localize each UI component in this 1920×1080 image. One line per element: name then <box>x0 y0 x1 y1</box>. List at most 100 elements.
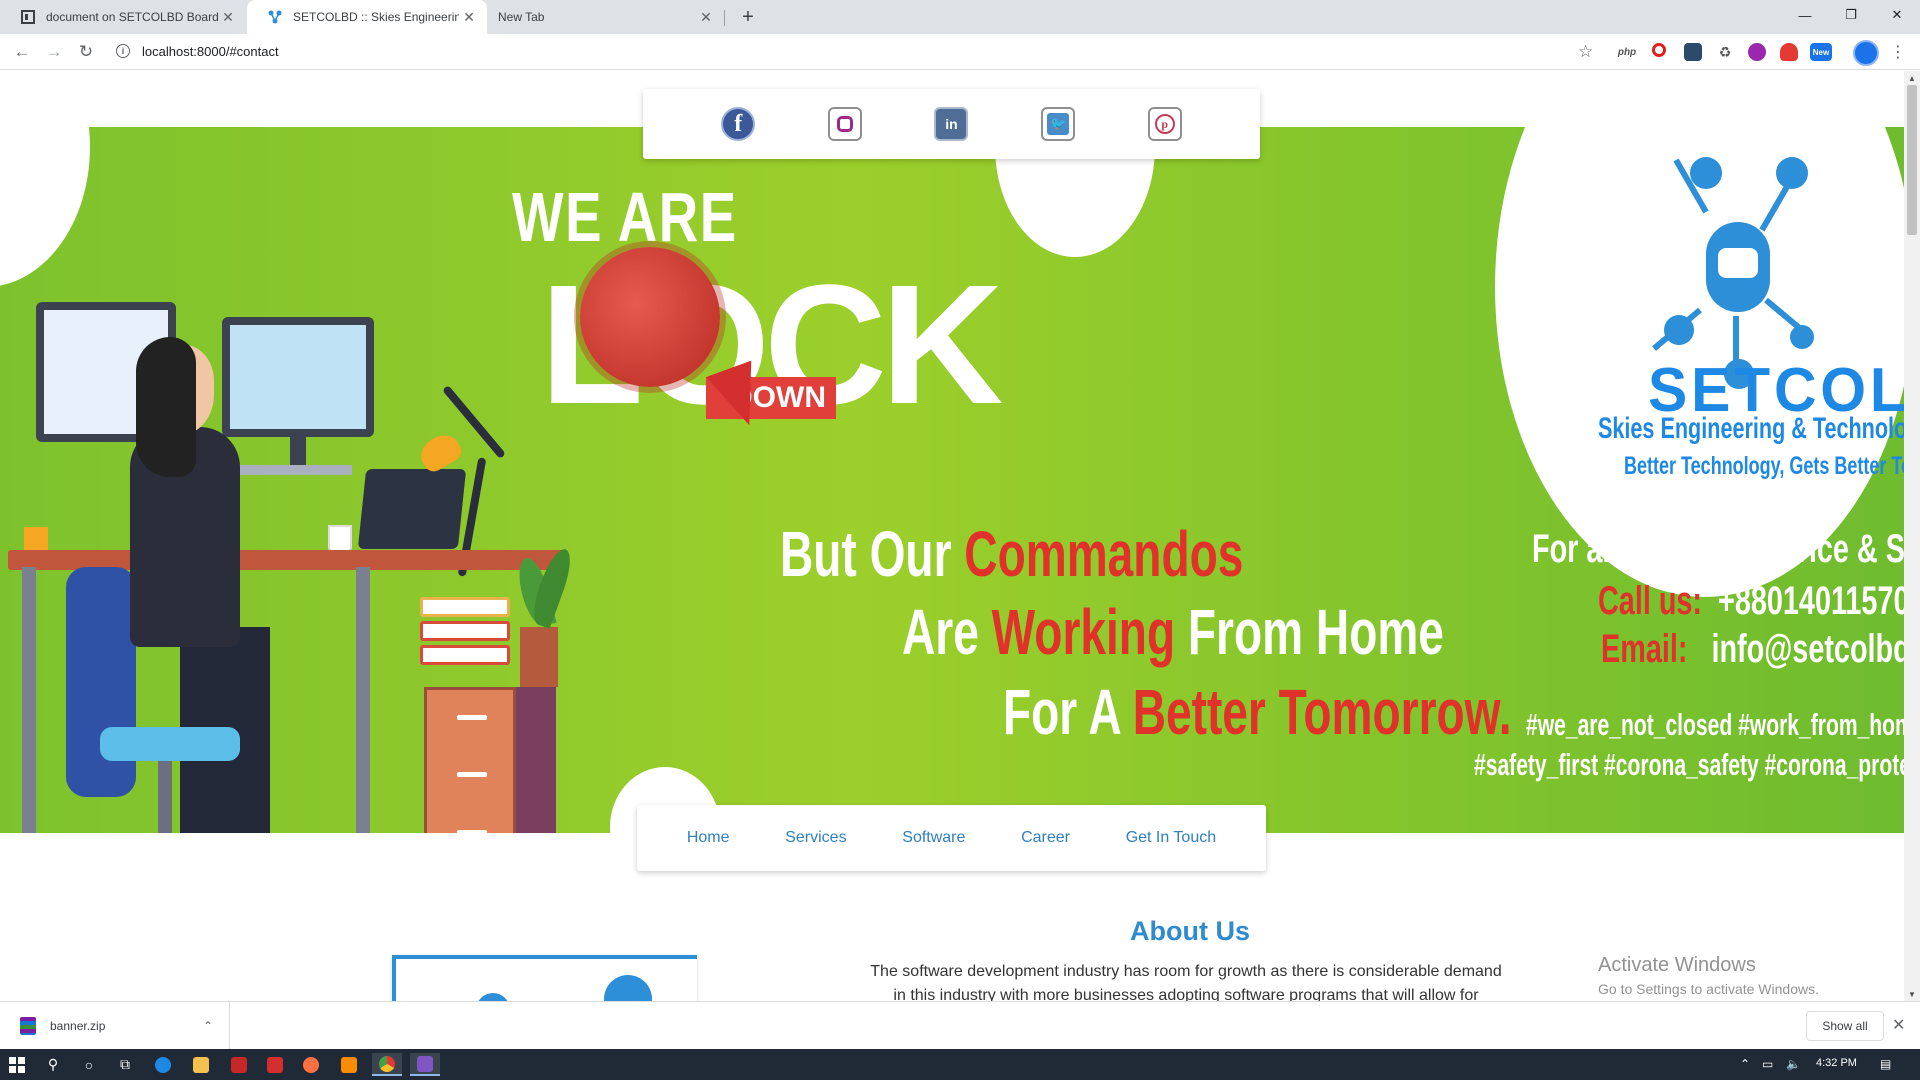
download-bar: banner.zip ⌃ Show all ✕ <box>0 1001 1920 1050</box>
activate-windows-watermark: Activate Windows Go to Settings to activ… <box>1598 954 1819 997</box>
extension-icon[interactable] <box>1748 43 1766 61</box>
headline-text: Are <box>902 596 979 668</box>
twitter-glyph: 🐦 <box>1047 113 1070 135</box>
setcol-logo-icon <box>267 9 283 25</box>
scroll-down-arrow[interactable]: ▼ <box>1904 987 1920 1001</box>
task-view-icon[interactable]: ⧉ <box>110 1053 140 1076</box>
recycle-extension-icon[interactable]: ♻ <box>1716 43 1734 61</box>
headline-text: But Our <box>780 518 952 590</box>
taskbar-clock[interactable]: 4:32 PM <box>1816 1057 1857 1069</box>
call-value: +8801401157050 <box>1718 579 1904 623</box>
notifications-icon[interactable]: ▤ <box>1880 1057 1891 1071</box>
company-name: Skies Engineering & Technologies Company <box>1598 412 1904 445</box>
firefox-icon[interactable] <box>296 1053 326 1076</box>
edge-icon[interactable] <box>148 1053 178 1076</box>
new-extension-icon[interactable]: New <box>1810 43 1832 61</box>
about-text: The software development industry has ro… <box>870 963 1502 1001</box>
download-item[interactable]: banner.zip ⌃ <box>0 1002 230 1050</box>
nav-career[interactable]: Career <box>1021 829 1070 847</box>
hashtags-line-2: #safety_first #corona_safety #corona_pro… <box>1474 747 1904 782</box>
keyboard <box>232 465 352 475</box>
monitor-illustration <box>222 317 374 437</box>
new-tab-button[interactable]: + <box>736 5 760 29</box>
nav-services[interactable]: Services <box>785 829 846 847</box>
robot-face <box>1718 248 1758 278</box>
tray-chevron-icon[interactable]: ⌃ <box>1740 1057 1750 1071</box>
monitor-stand <box>290 437 306 467</box>
scroll-up-arrow[interactable]: ▲ <box>1904 71 1920 85</box>
pinterest-glyph: p <box>1154 114 1175 134</box>
instagram-glyph <box>836 116 853 132</box>
about-image-dot <box>476 993 510 1001</box>
tab-document[interactable]: document on SETCOLBD Board 1 ✕ <box>0 0 246 34</box>
headline-line-3: For A Better Tomorrow. <box>1003 675 1512 749</box>
search-icon[interactable]: ⚲ <box>38 1053 68 1076</box>
profile-avatar[interactable] <box>1853 40 1879 66</box>
nav-get-in-touch[interactable]: Get In Touch <box>1126 829 1216 847</box>
page-scrollbar[interactable]: ▲ ▼ <box>1904 71 1920 1001</box>
pinterest-icon[interactable]: p <box>1147 107 1182 141</box>
logo-node <box>1790 325 1814 349</box>
headline-text: From Home <box>1187 596 1444 668</box>
coffee-cup <box>328 525 352 553</box>
scrollbar-thumb[interactable] <box>1907 85 1917 235</box>
cortana-icon[interactable]: ○ <box>74 1053 104 1076</box>
linkedin-icon[interactable]: in <box>934 107 969 141</box>
facebook-icon[interactable]: f <box>721 107 756 141</box>
forward-button[interactable]: → <box>42 40 66 64</box>
tab-close-icon[interactable]: ✕ <box>218 7 238 27</box>
volume-muted-icon[interactable]: 🔈 <box>1786 1057 1801 1071</box>
maximize-button[interactable]: ❐ <box>1828 0 1874 30</box>
extension-icon[interactable] <box>1780 43 1798 61</box>
bookmark-star-icon[interactable]: ☆ <box>1578 42 1593 62</box>
chevron-up-icon[interactable]: ⌃ <box>203 1019 213 1033</box>
close-download-bar-icon[interactable]: ✕ <box>1892 1015 1905 1035</box>
network-icon[interactable]: ▭ <box>1762 1057 1773 1071</box>
drawer-handle <box>457 772 487 777</box>
minimize-button[interactable]: — <box>1782 0 1828 30</box>
chrome-icon[interactable] <box>372 1053 402 1076</box>
headline-line-1: But Our Commandos <box>780 517 1243 591</box>
address-bar[interactable]: i localhost:8000/#contact <box>108 39 1598 65</box>
tab-new-tab[interactable]: New Tab ✕ <box>488 0 724 34</box>
headline-highlight: Working <box>991 596 1176 668</box>
menu-kebab-icon[interactable]: ⋮ <box>1890 42 1906 62</box>
tab-close-icon[interactable]: ✕ <box>459 7 479 27</box>
show-all-button[interactable]: Show all <box>1806 1011 1884 1041</box>
board-icon <box>20 9 36 25</box>
social-links-bar: f in 🐦 p <box>643 89 1260 159</box>
tab-close-icon[interactable]: ✕ <box>696 7 716 27</box>
xampp-icon[interactable] <box>334 1053 364 1076</box>
drawer-handle <box>457 715 487 720</box>
chair-pole <box>158 761 172 833</box>
chair-seat <box>100 727 240 761</box>
instagram-icon[interactable] <box>827 107 862 141</box>
desk-leg <box>356 567 370 833</box>
page-viewport: WE ARE LOCK DOWN But Our Commandos Are W… <box>0 71 1904 1001</box>
drawer-handle <box>457 830 487 833</box>
banner-blob <box>0 127 90 287</box>
extension-icon[interactable] <box>1684 43 1702 61</box>
close-window-button[interactable]: ✕ <box>1874 0 1920 30</box>
twitter-icon[interactable]: 🐦 <box>1041 107 1076 141</box>
nav-home[interactable]: Home <box>687 829 730 847</box>
reload-button[interactable]: ↻ <box>74 40 98 64</box>
phpstorm-icon[interactable] <box>410 1053 440 1076</box>
back-button[interactable]: ← <box>10 40 34 64</box>
file-explorer-icon[interactable] <box>186 1053 216 1076</box>
tab-setcolbd[interactable]: SETCOLBD :: Skies Engineering & ✕ <box>247 0 487 34</box>
nav-software[interactable]: Software <box>902 829 965 847</box>
acrobat-icon[interactable] <box>260 1053 290 1076</box>
browser-toolbar: ← → ↻ i localhost:8000/#contact ☆ php ♻ … <box>0 34 1920 70</box>
opera-extension-icon[interactable] <box>1652 43 1666 57</box>
windows-start-icon[interactable] <box>2 1053 32 1076</box>
app-icon[interactable] <box>224 1053 254 1076</box>
book-stack <box>420 597 510 617</box>
php-extension-icon[interactable]: php <box>1618 43 1636 61</box>
call-line: Call us: +8801401157050 <box>1598 579 1904 624</box>
company-motto: Better Technology, Gets Better Tomorrow <box>1624 452 1904 480</box>
headline-line-2: Are Working From Home <box>902 595 1444 669</box>
headline-highlight: Better Tomorrow. <box>1132 676 1512 748</box>
site-info-icon[interactable]: i <box>116 44 130 58</box>
tab-strip: document on SETCOLBD Board 1 ✕ SETCOLBD … <box>0 0 1920 34</box>
